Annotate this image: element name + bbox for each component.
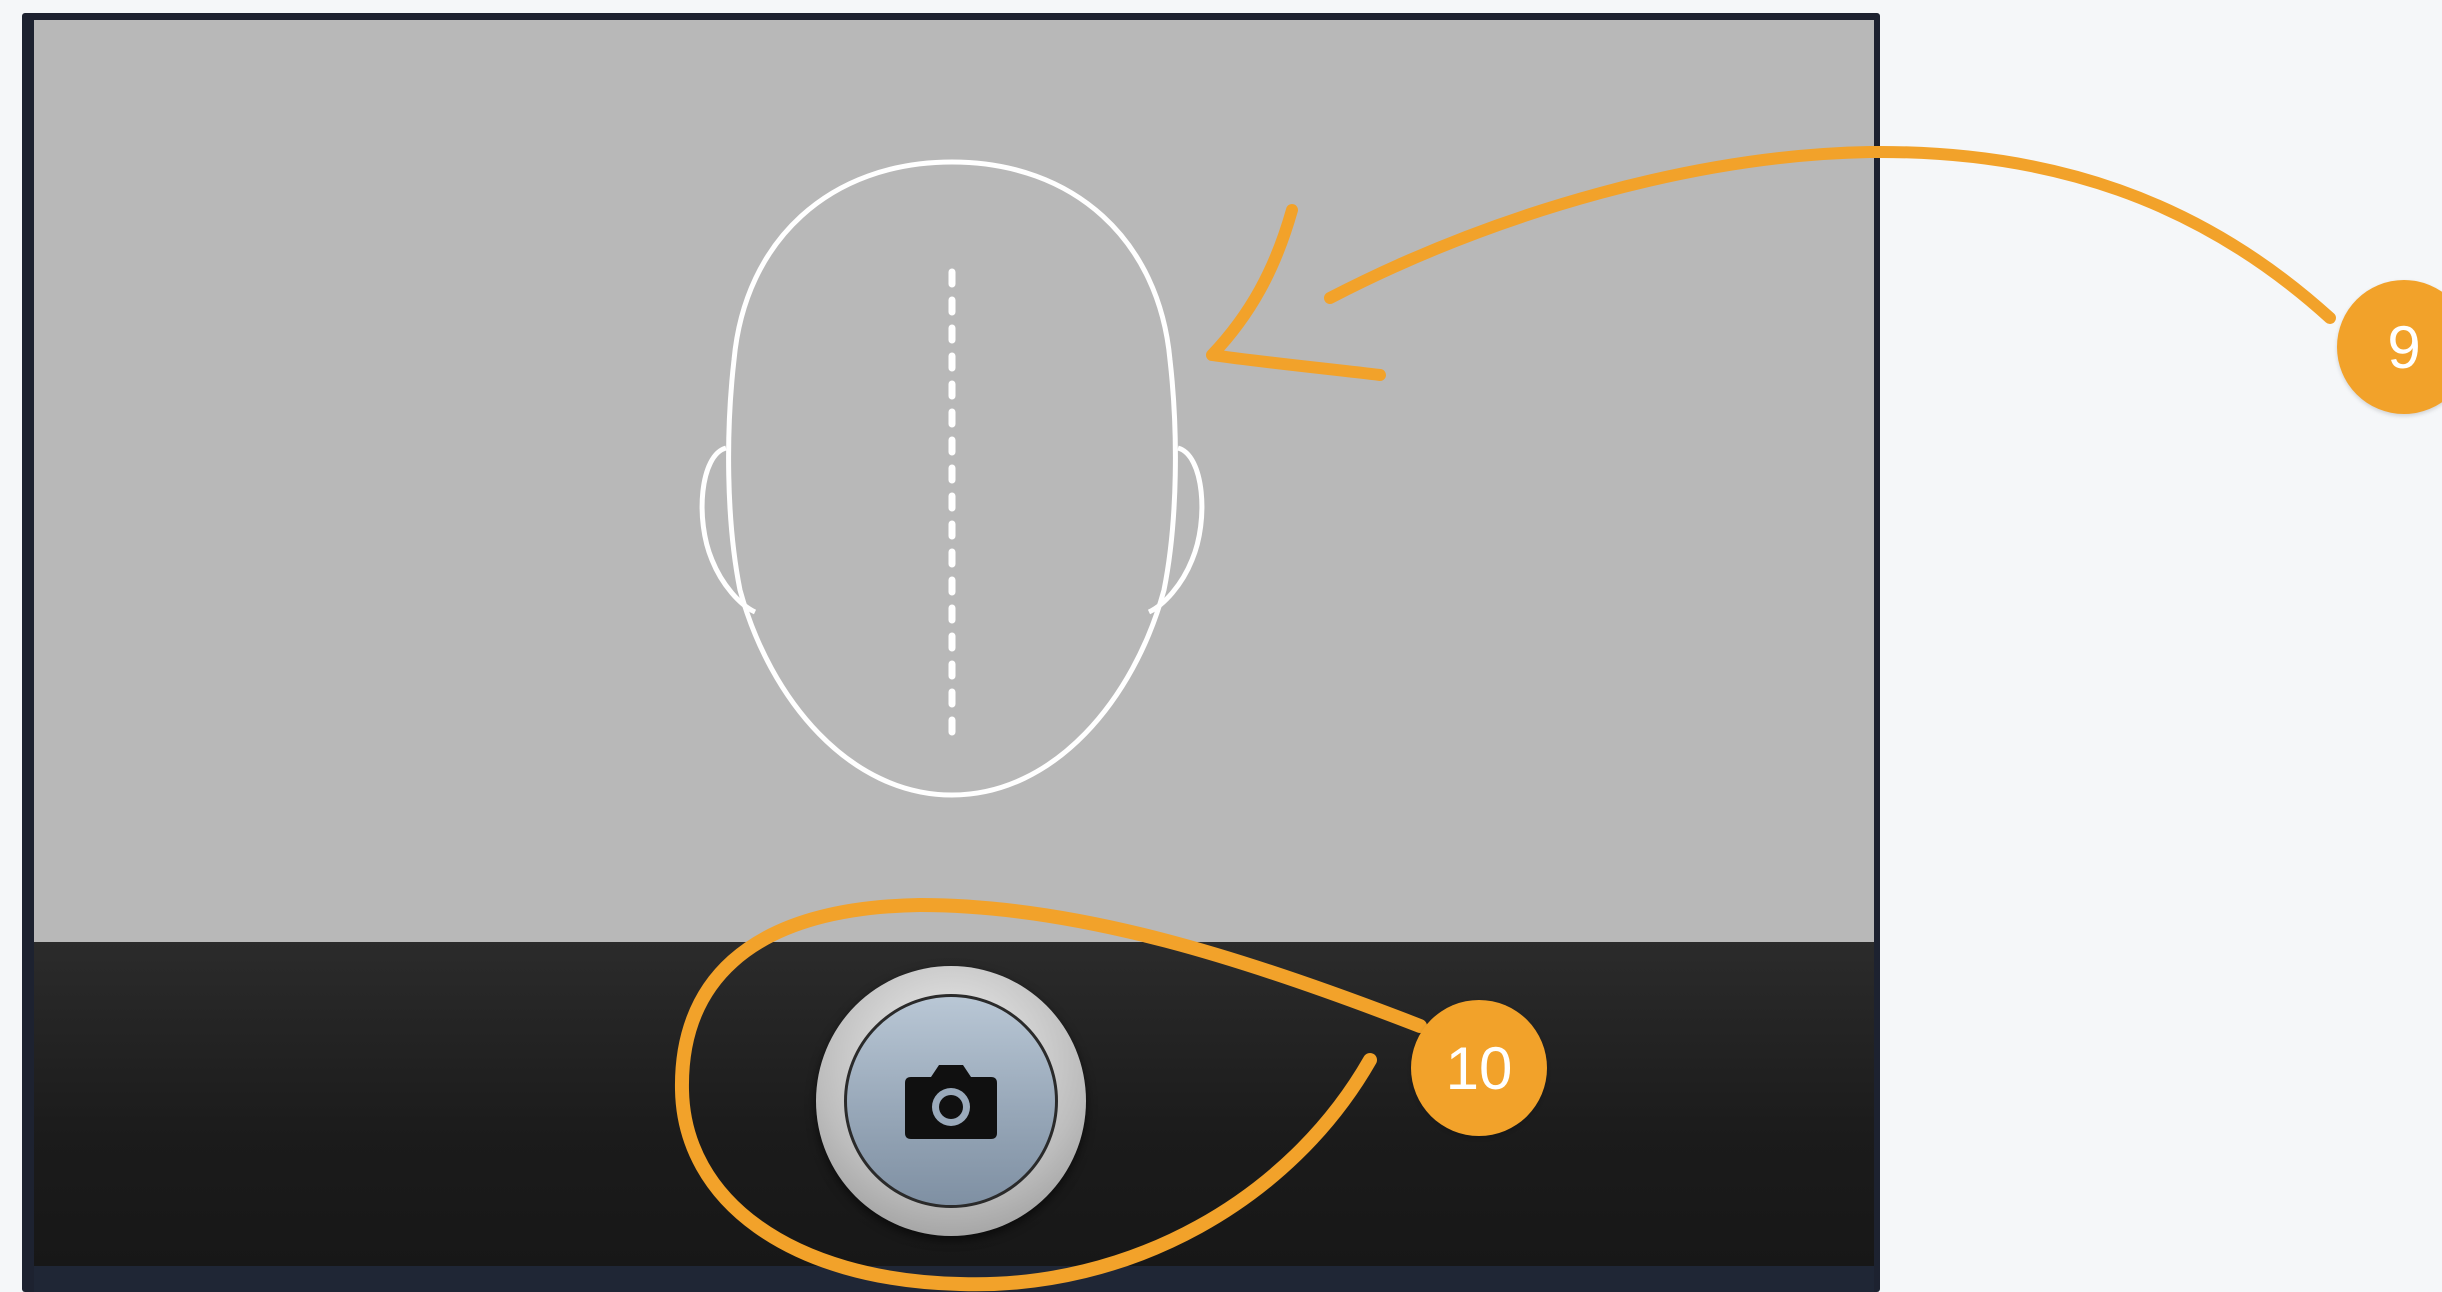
- callout-badge-10-label: 10: [1445, 1034, 1513, 1102]
- shutter-button[interactable]: [816, 966, 1086, 1236]
- shutter-button-inner: [844, 994, 1058, 1208]
- screenshot-stage: 9 10: [0, 0, 2442, 1292]
- camera-icon: [905, 1065, 997, 1139]
- bottom-strip: [34, 1266, 1874, 1292]
- callout-badge-10: 10: [1411, 1000, 1547, 1136]
- callout-badge-9-label: 9: [2387, 313, 2421, 381]
